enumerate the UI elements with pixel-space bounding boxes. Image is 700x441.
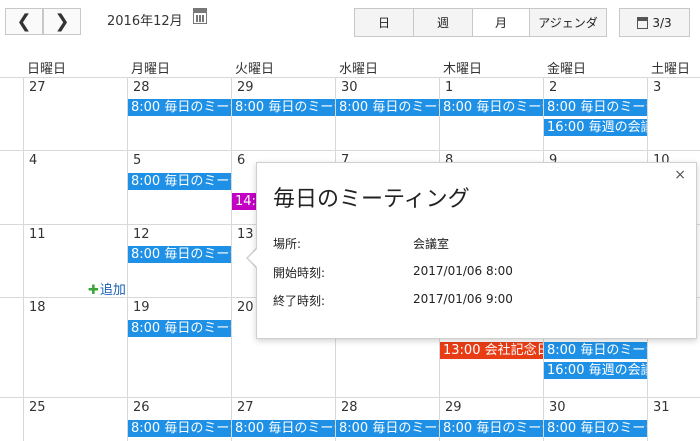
place-label: 場所: — [273, 237, 302, 251]
pager-label: 3/3 — [652, 15, 672, 30]
event-popover: 毎日のミーティング × 場所: 会議室 開始時刻: 2017/01/06 8:0… — [256, 162, 697, 339]
date-cell[interactable]: 30 — [341, 80, 358, 95]
weekday-header: 日曜日 — [27, 62, 67, 77]
date-cell[interactable]: 28 — [133, 80, 150, 95]
popover-title: 毎日のミーティング — [273, 187, 470, 212]
start-time-label: 開始時刻: — [273, 266, 326, 280]
date-cell[interactable]: 27 — [29, 80, 46, 95]
event-daily-meeting[interactable]: 8:00 毎日のミーティング — [128, 320, 231, 337]
date-cell[interactable]: 1 — [445, 80, 453, 95]
weekday-header: 土曜日 — [651, 62, 691, 77]
date-cell[interactable]: 25 — [29, 400, 46, 415]
date-cell[interactable]: 29 — [237, 80, 254, 95]
date-cell[interactable]: 11 — [29, 227, 46, 242]
event-daily-meeting[interactable]: 8:00 毎日のミーティング — [128, 246, 231, 263]
view-week-button[interactable]: 週 — [413, 8, 473, 37]
date-cell[interactable]: 28 — [341, 400, 358, 415]
grid-line — [0, 150, 700, 151]
grid-line — [0, 77, 700, 78]
calendar-title: 2016年12月 — [107, 14, 183, 29]
event-daily-meeting[interactable]: 8:00 毎日のミーティング — [440, 420, 543, 437]
weekday-header: 水曜日 — [339, 62, 379, 77]
add-event-label: 追加 — [99, 283, 126, 298]
view-agenda-button[interactable]: アジェンダ — [529, 8, 607, 37]
event-daily-meeting[interactable]: 8:00 毎日のミーティング — [128, 99, 231, 116]
prev-month-button[interactable]: ❮ — [5, 8, 43, 35]
chevron-left-icon: ❮ — [16, 11, 32, 32]
event-daily-meeting[interactable]: 8:00 毎日のミーティング — [128, 420, 231, 437]
event-daily-meeting[interactable]: 8:00 毎日のミーティング — [232, 99, 335, 116]
date-cell[interactable]: 4 — [29, 153, 37, 168]
date-cell[interactable]: 6 — [237, 153, 245, 168]
event-daily-meeting[interactable]: 8:00 毎日のミーティング — [128, 173, 231, 190]
event-daily-meeting[interactable]: 8:00 毎日のミーティング — [336, 99, 439, 116]
event-weekly-meeting[interactable]: 16:00 毎週の会議 — [544, 362, 647, 379]
weekday-header: 火曜日 — [235, 62, 275, 77]
weekday-header: 木曜日 — [443, 62, 483, 77]
calendar-picker-icon[interactable] — [193, 8, 207, 24]
grid-line — [0, 397, 700, 398]
event-company-anniversary[interactable]: 13:00 会社記念日 — [440, 342, 543, 359]
view-month-button[interactable]: 月 — [472, 8, 530, 37]
date-cell[interactable]: 3 — [653, 80, 661, 95]
calendar-icon — [637, 16, 649, 29]
date-cell[interactable]: 20 — [237, 300, 254, 315]
date-cell[interactable]: 27 — [237, 400, 254, 415]
end-time-value: 2017/01/06 9:00 — [413, 292, 513, 306]
date-cell[interactable]: 5 — [133, 153, 141, 168]
grid-line — [23, 78, 24, 441]
weekday-header: 月曜日 — [131, 62, 171, 77]
date-cell[interactable]: 18 — [29, 300, 46, 315]
grid-line — [231, 78, 232, 441]
pager-button[interactable]: 3/3 — [619, 8, 690, 37]
event-daily-meeting[interactable]: 8:00 毎日のミーティング — [232, 420, 335, 437]
plus-icon: ✚ — [88, 283, 99, 298]
date-cell[interactable]: 12 — [133, 227, 150, 242]
next-month-button[interactable]: ❯ — [43, 8, 81, 35]
event-daily-meeting[interactable]: 8:00 毎日のミーティング — [544, 342, 647, 359]
weekday-header: 金曜日 — [547, 62, 587, 77]
event-daily-meeting[interactable]: 8:00 毎日のミーティング — [336, 420, 439, 437]
event-daily-meeting[interactable]: 8:00 毎日のミーティング — [544, 99, 647, 116]
start-time-value: 2017/01/06 8:00 — [413, 264, 513, 278]
date-cell[interactable]: 30 — [549, 400, 566, 415]
view-day-button[interactable]: 日 — [354, 8, 414, 37]
event-daily-meeting[interactable]: 8:00 毎日のミーティング — [440, 99, 543, 116]
popover-arrow-fill — [248, 248, 258, 268]
date-cell[interactable]: 13 — [237, 227, 254, 242]
close-icon[interactable]: × — [674, 167, 686, 183]
end-time-label: 終了時刻: — [273, 294, 326, 308]
event-daily-meeting[interactable]: 8:00 毎日のミーティング — [544, 420, 647, 437]
date-cell[interactable]: 29 — [445, 400, 462, 415]
event-weekly-meeting[interactable]: 16:00 毎週の会議 — [544, 119, 647, 136]
chevron-right-icon: ❯ — [54, 11, 70, 32]
add-event-link[interactable]: ✚追加 — [88, 279, 126, 298]
date-cell[interactable]: 2 — [549, 80, 557, 95]
date-cell[interactable]: 19 — [133, 300, 150, 315]
date-cell[interactable]: 31 — [653, 400, 670, 415]
date-cell[interactable]: 26 — [133, 400, 150, 415]
place-value: 会議室 — [413, 237, 450, 251]
